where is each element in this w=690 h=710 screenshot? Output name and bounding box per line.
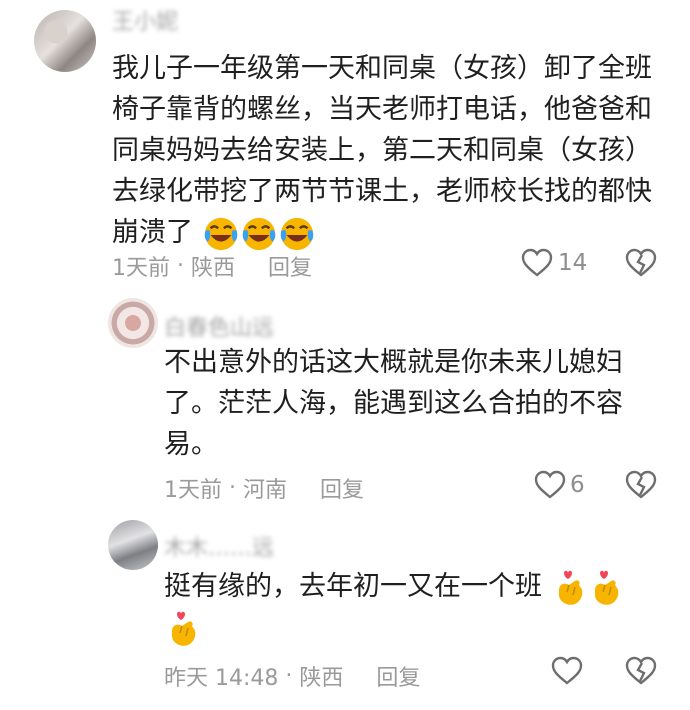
comment-text: 挺有缘的，去年初一又在一个班 [164, 566, 623, 649]
avatar[interactable] [108, 298, 158, 348]
comment-line: 不出意外的话这大概就是你未来儿媳妇 [164, 347, 623, 378]
comment-location: 陕西 [299, 666, 344, 691]
meta-separator: · [229, 475, 236, 501]
reply-button[interactable]: 回复 [320, 478, 364, 503]
comment-meta: 1天前 · 河南 回复 [164, 472, 364, 504]
avatar[interactable] [34, 10, 96, 72]
comment-line: 去绿化带挖了两节节课土，老师校长找的都快 [112, 176, 652, 207]
finger-heart-icon [558, 570, 582, 605]
dislike-icon[interactable] [625, 656, 657, 686]
finger-heart-icon [172, 611, 196, 646]
comment-author[interactable]: 木木……远 [164, 530, 274, 562]
like-icon[interactable] [521, 248, 553, 278]
meta-separator: · [177, 253, 184, 279]
comment-line: 崩溃了 [112, 217, 193, 248]
crying-laughing-icon [242, 217, 275, 250]
comment-author[interactable]: 王小妮 [112, 4, 178, 36]
comment-meta: 昨天 14:48 · 陕西 回复 [164, 660, 420, 692]
comment-line: 了。茫茫人海，能遇到这么合拍的不容 [164, 388, 623, 419]
comment-line-last: 崩溃了 [112, 212, 652, 253]
comment-location: 陕西 [191, 256, 236, 281]
comment-text: 我儿子一年级第一天和同桌（女孩）卸了全班 椅子靠背的螺丝，当天老师打电话，他爸爸… [112, 48, 652, 253]
comment-time: 昨天 14:48 [164, 666, 279, 691]
comment-meta: 1天前 · 陕西 回复 [112, 250, 312, 282]
comment-time: 1天前 [112, 256, 170, 281]
comment-line-with-emoji: 挺有缘的，去年初一又在一个班 [164, 566, 623, 608]
reply-button[interactable]: 回复 [268, 256, 312, 281]
comment-line: 我儿子一年级第一天和同桌（女孩）卸了全班 [112, 53, 652, 84]
like-icon[interactable] [534, 470, 566, 500]
dislike-icon[interactable] [625, 470, 657, 500]
comment-time: 1天前 [164, 478, 222, 503]
like-count: 14 [558, 250, 588, 276]
like-count: 6 [570, 472, 585, 498]
finger-heart-icon [594, 570, 618, 605]
comment-line: 易。 [164, 429, 218, 460]
crying-laughing-icon [280, 217, 313, 250]
comment-line: 挺有缘的，去年初一又在一个班 [164, 571, 542, 602]
avatar[interactable] [108, 520, 158, 570]
comment-line-emoji [164, 608, 623, 650]
comment-location: 河南 [243, 478, 288, 503]
dislike-icon[interactable] [625, 248, 657, 278]
comment-line: 同桌妈妈去给安装上，第二天和同桌（女孩） [112, 135, 652, 166]
like-icon[interactable] [551, 656, 583, 686]
crying-laughing-icon [204, 217, 237, 250]
reply-button[interactable]: 回复 [376, 666, 420, 691]
comment-line: 椅子靠背的螺丝，当天老师打电话，他爸爸和 [112, 94, 652, 125]
meta-separator: · [285, 663, 293, 689]
comment-author[interactable]: 白春色山远 [164, 310, 274, 342]
comment-text: 不出意外的话这大概就是你未来儿媳妇 了。茫茫人海，能遇到这么合拍的不容 易。 [164, 342, 623, 465]
